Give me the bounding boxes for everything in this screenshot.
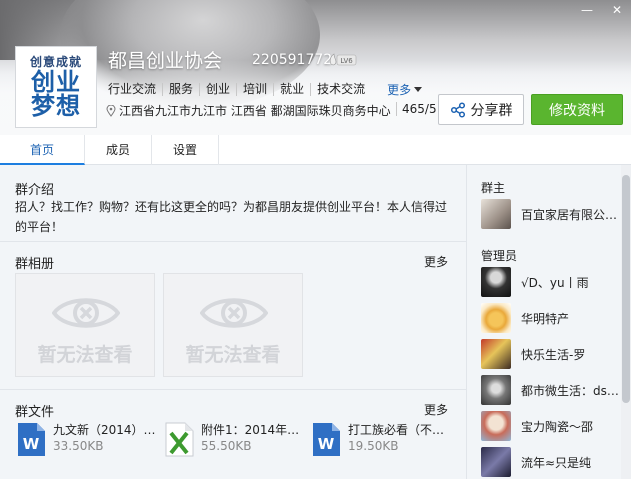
group-location: 江西省九江市九江市 江西省 鄱湖国际珠贝商务中心 [106,102,391,119]
admin-item[interactable]: 都市微生活：ds… [481,374,619,406]
album-item-label: 暂无法查看 [37,344,133,366]
member-name: 宝力陶瓷～邵 [521,419,594,434]
tab-members[interactable]: 成员 [85,135,152,165]
avatar [481,411,511,441]
group-id: 220591772 [252,52,333,68]
tag-item[interactable]: 服务 [162,83,199,96]
group-name: 都昌创业协会 [108,50,223,72]
files-more-link[interactable]: 更多 [424,401,448,418]
tag-item[interactable]: 技术交流 [310,83,371,96]
location-pin-icon [106,104,116,117]
tab-home[interactable]: 首页 [0,135,85,165]
file-size: 55.50KB [201,439,252,453]
album-item[interactable]: 暂无法查看 [163,273,303,377]
file-size: 33.50KB [53,439,104,453]
admin-item[interactable]: 华明特产 [481,302,619,334]
tags-more-label: 更多 [387,83,412,97]
divider [0,389,466,390]
level-badge-text: LV6 [340,57,353,65]
owner-item[interactable]: 百宜家居有限公… [481,198,619,230]
scrollbar-thumb[interactable] [622,175,630,403]
tag-item[interactable]: 行业交流 [108,83,162,96]
avatar-line2: 梦想 [31,92,81,120]
file-name: 九文新（2014）… [53,423,156,437]
group-avatar-image: 创意成就 创业 梦想 [19,50,93,124]
tag-item[interactable]: 培训 [236,83,273,96]
tab-bar: 首页 成员 设置 [0,135,631,165]
admin-item[interactable]: √D、yu丨雨 [481,266,619,298]
file-size: 19.50KB [348,439,399,453]
intro-title: 群介绍 [15,183,55,198]
album-more-link[interactable]: 更多 [424,253,448,270]
share-group-label: 分享群 [470,102,513,119]
file-item[interactable]: 附件1：2014年… 55.50KB [163,422,308,462]
files-title: 群文件 [15,405,55,420]
avatar [481,339,511,369]
tag-item[interactable]: 创业 [199,83,236,96]
group-avatar[interactable]: 创意成就 创业 梦想 [15,46,97,128]
member-name: 快乐生活-罗 [521,347,586,362]
tab-settings[interactable]: 设置 [152,135,219,165]
member-name: √D、yu丨雨 [521,275,589,290]
member-name: 百宜家居有限公… [521,207,618,222]
edit-profile-button[interactable]: 修改资料 [531,94,623,125]
close-button[interactable]: ✕ [609,2,625,18]
intro-text: 招人？找工作？购物？还有比这更全的吗？为都昌朋友提供创业平台！本人信得过的平台！ [15,200,448,234]
file-name: 打工族必看（不… [348,423,445,437]
unavailable-eye-icon [52,298,120,328]
tags-more-button[interactable]: 更多 [371,81,423,98]
member-name: 华明特产 [521,311,570,326]
member-count: 465/500 [396,102,436,116]
owner-title: 群主 [481,181,506,195]
avatar [481,267,511,297]
main-content: 群介绍 招人？找工作？购物？还有比这更全的吗？为都昌朋友提供创业平台！本人信得过… [0,165,466,479]
avatar [481,303,511,333]
avatar [481,199,511,229]
album-item-label: 暂无法查看 [185,344,281,366]
avatar-slogan: 创意成就 [29,55,82,69]
share-icon [450,101,465,118]
chevron-down-icon [414,87,423,92]
location-text: 江西省九江市九江市 江西省 鄱湖国际珠贝商务中心 [119,104,391,118]
admin-item[interactable]: 宝力陶瓷～邵 [481,410,619,442]
share-group-button[interactable]: 分享群 [438,94,524,125]
album-item[interactable]: 暂无法查看 [15,273,155,377]
svg-text:W: W [318,435,335,453]
level-badge-icon: LV6 [329,53,357,66]
divider [0,241,466,242]
admin-item[interactable]: 流年≈只是纯 [481,446,619,478]
admin-title: 管理员 [481,249,518,263]
file-item[interactable]: W 九文新（2014）… 33.50KB [15,422,160,462]
avatar [481,447,511,477]
member-sidebar: 群主 百宜家居有限公… 管理员 √D、yu丨雨 华明特产 快乐生活-罗 都市微生… [466,165,621,479]
album-title: 群相册 [15,257,55,272]
word-file-icon: W [313,423,340,456]
excel-file-icon [165,422,194,457]
file-name: 附件1：2014年… [201,423,300,437]
avatar-line1: 创业 [31,68,81,96]
word-file-icon: W [18,423,45,456]
avatar [481,375,511,405]
scrollbar[interactable] [621,165,631,479]
svg-text:W: W [23,435,40,453]
minimize-button[interactable]: — [579,2,595,18]
window-controls: — ✕ [579,2,625,18]
member-name: 都市微生活：ds… [521,383,619,398]
unavailable-eye-icon [200,298,268,328]
file-item[interactable]: W 打工族必看（不… 19.50KB [310,422,455,462]
group-header: — ✕ 创意成就 创业 梦想 都昌创业协会 220591772 LV6 行业交流… [0,0,631,135]
group-tags: 行业交流 服务 创业 培训 就业 技术交流 更多 [108,81,423,98]
admin-item[interactable]: 快乐生活-罗 [481,338,619,370]
member-name: 流年≈只是纯 [521,455,592,470]
tag-item[interactable]: 就业 [273,83,310,96]
